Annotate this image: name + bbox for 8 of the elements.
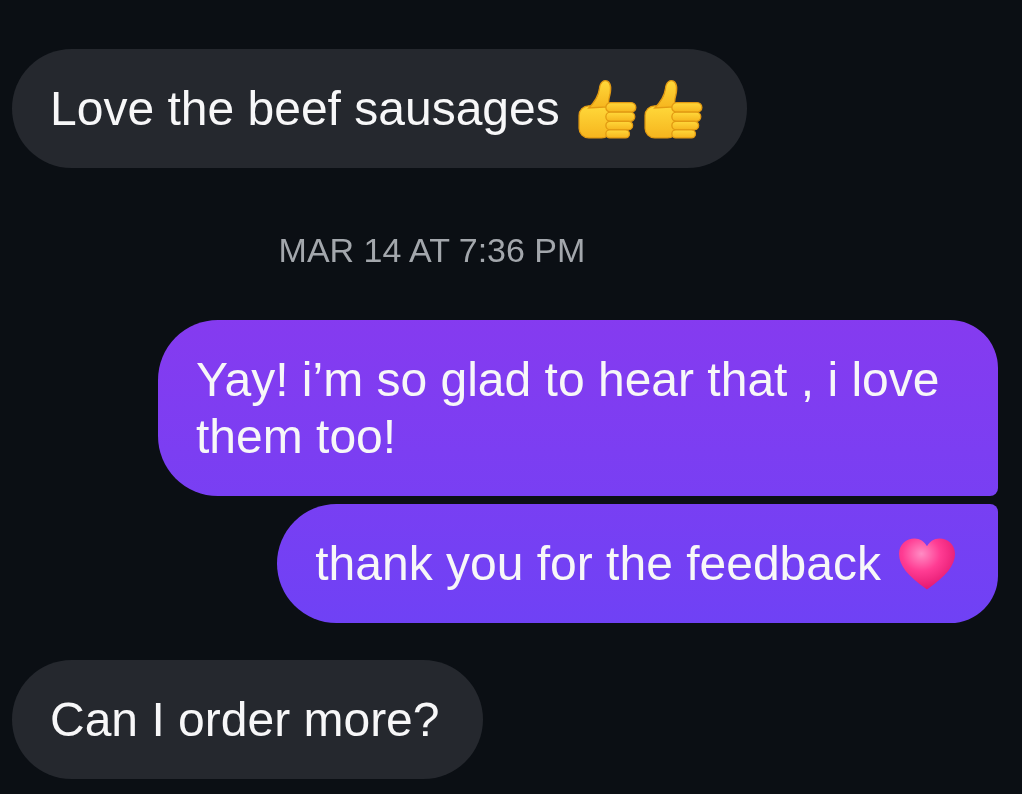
thumbs-up-icon xyxy=(643,78,704,139)
message-text: Love the beef sausages xyxy=(50,81,560,137)
timestamp: MAR 14 AT 7:36 PM xyxy=(278,230,586,270)
message-text: Yay! i’m so glad to hear that , i love them too! xyxy=(196,352,941,465)
message-text: Can I order more? xyxy=(50,692,440,748)
message-text: thank you for the feedback xyxy=(315,536,881,592)
heart-icon xyxy=(899,537,955,590)
thumbs-up-icon xyxy=(577,78,638,139)
